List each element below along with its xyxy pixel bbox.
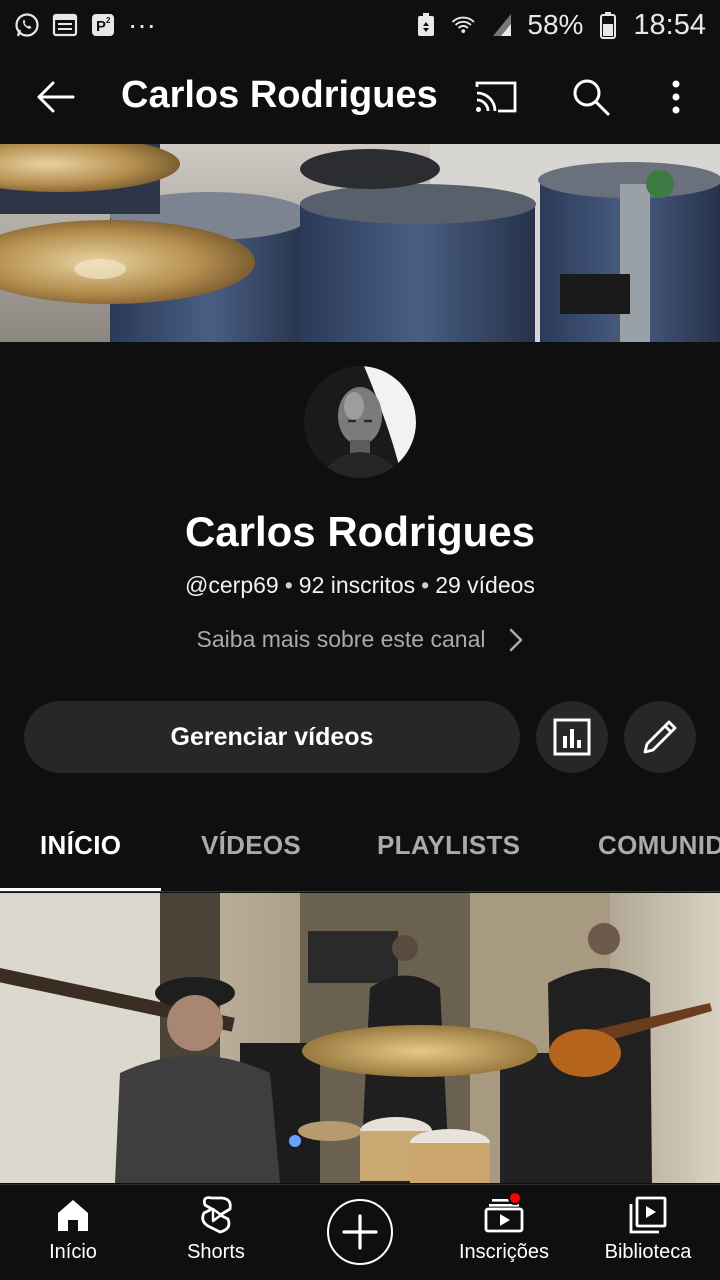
pencil-icon bbox=[643, 720, 677, 754]
subscriber-count: 92 inscritos bbox=[298, 572, 416, 598]
status-bar: P2 ··· 58% 18:54 bbox=[0, 0, 720, 50]
channel-tabs: INÍCIO VÍDEOS PLAYLISTS COMUNIDADE bbox=[0, 800, 720, 892]
tab-playlists[interactable]: PLAYLISTS bbox=[377, 830, 520, 861]
nav-library-label: Biblioteca bbox=[604, 1241, 692, 1263]
active-tab-indicator bbox=[0, 888, 161, 891]
library-icon bbox=[628, 1195, 668, 1235]
wifi-icon bbox=[451, 12, 477, 38]
tab-inicio[interactable]: INÍCIO bbox=[40, 830, 121, 861]
svg-text:P: P bbox=[96, 18, 106, 35]
meta-separator: • bbox=[421, 572, 430, 598]
nav-shorts-label: Shorts bbox=[187, 1241, 245, 1263]
cast-icon bbox=[475, 81, 517, 113]
status-left: P2 ··· bbox=[14, 9, 156, 41]
parking-app-icon: P2 bbox=[90, 12, 116, 38]
channel-name: Carlos Rodrigues bbox=[184, 508, 536, 555]
edit-channel-button[interactable] bbox=[624, 701, 696, 773]
channel-meta: @cerp69 • 92 inscritos • 29 vídeos bbox=[0, 572, 720, 599]
nav-home-label: Início bbox=[49, 1241, 97, 1263]
calendar-notification-icon bbox=[52, 12, 78, 38]
battery-saver-icon bbox=[413, 12, 439, 38]
featured-video-image bbox=[0, 893, 720, 1183]
channel-banner bbox=[0, 144, 720, 342]
nav-shorts[interactable]: Shorts bbox=[144, 1195, 288, 1264]
back-button[interactable] bbox=[30, 72, 80, 122]
search-button[interactable] bbox=[566, 72, 616, 122]
clock: 18:54 bbox=[633, 8, 706, 41]
whatsapp-icon bbox=[14, 12, 40, 38]
create-icon bbox=[342, 1214, 378, 1250]
analytics-icon bbox=[553, 718, 591, 756]
signal-icon bbox=[489, 12, 515, 38]
avatar-photo bbox=[304, 366, 416, 478]
back-arrow-icon bbox=[37, 81, 75, 113]
bottom-navigation: Início Shorts Inscrições Biblioteca bbox=[0, 1184, 720, 1280]
app-bar-title: Carlos Rodrigues bbox=[121, 74, 438, 116]
about-channel-link[interactable]: Saiba mais sobre este canal bbox=[0, 626, 720, 653]
analytics-button[interactable] bbox=[536, 701, 608, 773]
meta-separator: • bbox=[284, 572, 293, 598]
home-icon bbox=[53, 1195, 93, 1235]
nav-subscriptions[interactable]: Inscrições bbox=[432, 1191, 576, 1264]
channel-avatar[interactable] bbox=[304, 366, 416, 478]
app-bar: Carlos Rodrigues bbox=[0, 50, 720, 144]
chevron-right-icon bbox=[509, 628, 523, 652]
search-icon bbox=[573, 79, 610, 116]
create-button[interactable] bbox=[327, 1199, 393, 1265]
shorts-icon bbox=[196, 1195, 236, 1235]
battery-icon bbox=[595, 12, 621, 39]
more-notifications-indicator: ··· bbox=[128, 9, 156, 40]
status-right: 58% 18:54 bbox=[413, 9, 706, 42]
nav-library[interactable]: Biblioteca bbox=[576, 1195, 720, 1264]
cast-button[interactable] bbox=[470, 72, 522, 122]
nav-subscriptions-label: Inscrições bbox=[458, 1241, 550, 1263]
subscriptions-icon bbox=[484, 1191, 524, 1235]
more-vert-icon bbox=[672, 80, 680, 114]
manage-videos-button[interactable]: Gerenciar vídeos bbox=[24, 701, 520, 773]
tab-comunidade[interactable]: COMUNIDADE bbox=[598, 830, 720, 861]
svg-text:2: 2 bbox=[106, 16, 111, 25]
notification-dot bbox=[508, 1191, 522, 1205]
about-channel-label: Saiba mais sobre este canal bbox=[196, 626, 486, 652]
banner-drum-image bbox=[0, 144, 720, 342]
channel-handle: @cerp69 bbox=[185, 572, 279, 598]
nav-home[interactable]: Início bbox=[1, 1195, 145, 1264]
video-count: 29 vídeos bbox=[435, 572, 535, 598]
featured-video-thumbnail[interactable] bbox=[0, 893, 720, 1183]
tab-videos[interactable]: VÍDEOS bbox=[201, 830, 301, 861]
more-options-button[interactable] bbox=[652, 72, 700, 122]
battery-percent: 58% bbox=[527, 9, 584, 40]
